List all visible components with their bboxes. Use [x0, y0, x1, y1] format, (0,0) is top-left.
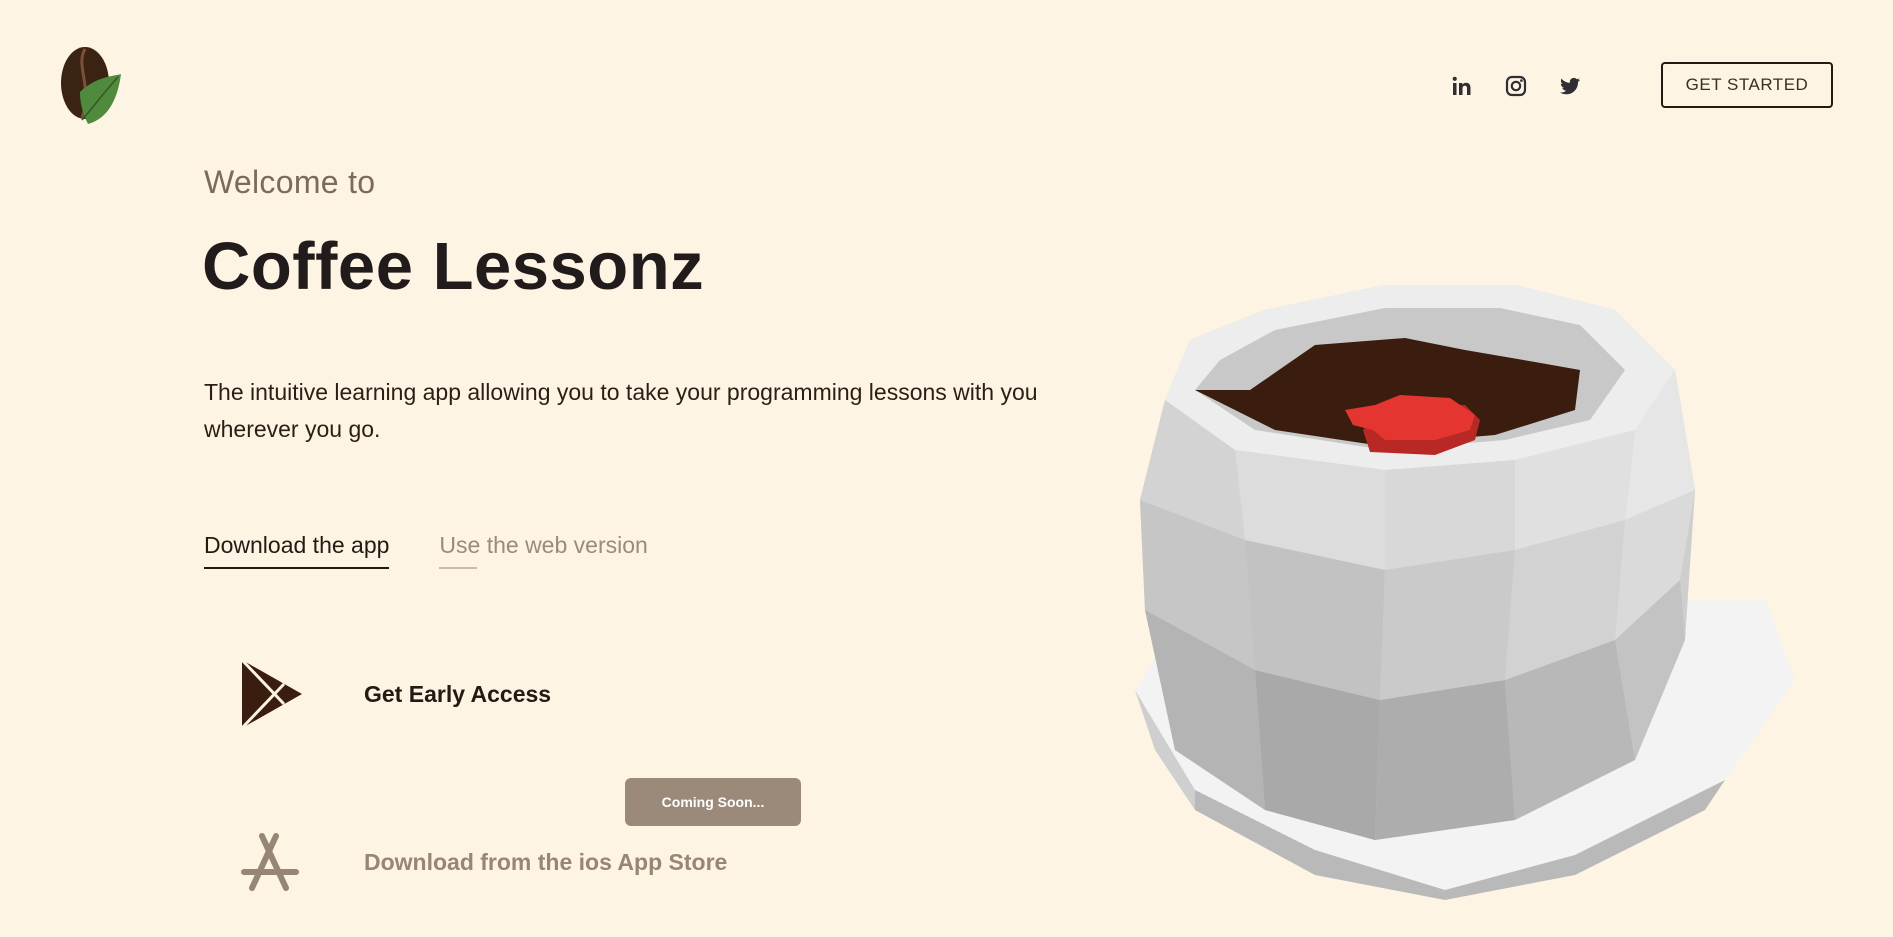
- early-access-label: Get Early Access: [364, 680, 552, 707]
- instagram-icon[interactable]: [1504, 74, 1528, 98]
- social-links: [1450, 74, 1582, 98]
- app-store-link[interactable]: Download from the ios App Store: [240, 832, 727, 892]
- app-store-icon: [241, 833, 299, 891]
- welcome-text: Welcome to: [204, 164, 376, 200]
- ios-download-label: Download from the ios App Store: [364, 848, 728, 875]
- tab-web-version[interactable]: Use the web version: [439, 532, 648, 569]
- twitter-icon[interactable]: [1558, 74, 1582, 98]
- coffee-cup-illustration: [1135, 285, 1795, 900]
- google-play-link[interactable]: Get Early Access: [240, 658, 551, 730]
- page-title: Coffee Lessonz: [202, 229, 705, 304]
- google-play-icon: [240, 658, 302, 730]
- linkedin-icon[interactable]: [1450, 74, 1474, 98]
- download-tabs: Download the app Use the web version: [204, 532, 648, 569]
- coming-soon-badge: Coming Soon...: [625, 778, 801, 826]
- app-description: The intuitive learning app allowing you …: [204, 379, 1038, 442]
- tab-download-app[interactable]: Download the app: [204, 532, 390, 569]
- coffee-bean-logo[interactable]: [58, 46, 124, 126]
- get-started-button[interactable]: GET STARTED: [1661, 62, 1833, 108]
